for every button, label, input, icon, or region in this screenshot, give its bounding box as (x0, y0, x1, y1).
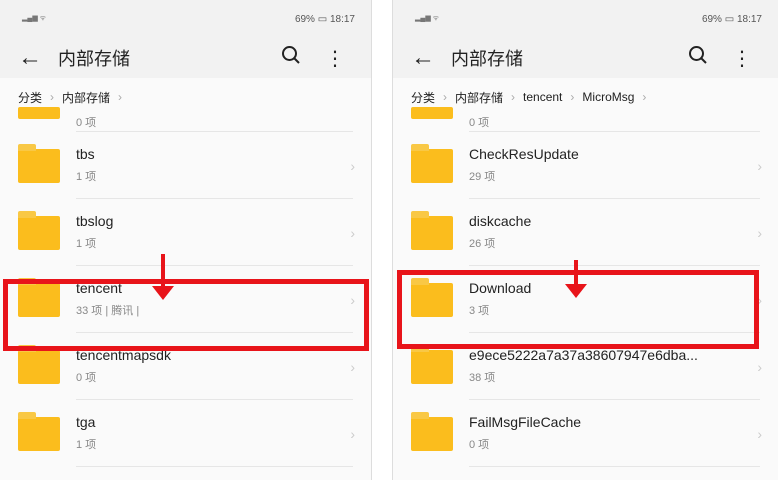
right-phone-screen: ▂▄▆ ᯤ 69% ▭ 18:17 ← 内部存储 ⋮ 分类 › 内部存储 › tencent ›… (392, 0, 778, 480)
folder-row[interactable]: FailMsgFileCache 0 项 › (393, 400, 778, 467)
search-icon[interactable] (676, 45, 720, 71)
folder-name: tbslog (76, 213, 114, 229)
folder-item-count: 1 项 (76, 238, 97, 250)
battery-level: 69% (294, 13, 315, 25)
app-bar: ← 内部存储 ⋮ (0, 38, 371, 78)
chevron-right-icon: › (443, 90, 448, 104)
chevron-right-icon: › (350, 359, 355, 375)
app-bar: ← 内部存储 ⋮ (393, 38, 778, 78)
highlight-box-download (397, 270, 759, 349)
page-title: 内部存储 (451, 49, 523, 69)
status-bar: ▂▄▆ ᯤ 69% ▭ 18:17 (393, 0, 778, 38)
signal-icon: ▂▄▆ ᯤ (22, 15, 47, 22)
folder-item-count: 1 项 (76, 439, 97, 451)
folder-name: diskcache (469, 213, 532, 229)
signal-icon: ▂▄▆ ᯤ (415, 15, 440, 22)
chevron-right-icon: › (757, 359, 762, 375)
folder-row[interactable]: 0 项 (393, 106, 778, 132)
back-arrow-icon[interactable]: ← (18, 44, 58, 72)
folder-icon (18, 344, 60, 384)
chevron-right-icon: › (642, 90, 647, 104)
folder-row[interactable]: CheckResUpdate 29 项 › (393, 132, 778, 199)
breadcrumb-item[interactable]: 内部存储 (455, 89, 503, 106)
breadcrumb-item[interactable]: MicroMsg (582, 90, 634, 104)
chevron-right-icon: › (118, 90, 123, 104)
folder-item-count: 0 项 (469, 116, 490, 129)
clock: 18:17 (736, 13, 762, 25)
left-phone-screen: ▂▄▆ ᯤ 69% ▭ 18:17 ← 内部存储 ⋮ 分类 › 内部存储 › 0 项 tbs… (0, 0, 372, 480)
folder-icon (18, 143, 60, 183)
breadcrumb-item[interactable]: 内部存储 (62, 89, 110, 106)
folder-row[interactable]: 0 项 (0, 106, 371, 132)
more-options-icon[interactable]: ⋮ (313, 46, 357, 71)
folder-item-count: 38 项 (469, 372, 496, 384)
folder-item-count: 0 项 (76, 372, 97, 384)
folder-name: CheckResUpdate (469, 146, 579, 162)
folder-item-count: 26 项 (469, 238, 496, 250)
breadcrumb-item[interactable]: 分类 (411, 89, 435, 106)
folder-icon (411, 210, 453, 250)
clock: 18:17 (329, 13, 355, 25)
page-title: 内部存储 (58, 49, 130, 69)
chevron-right-icon: › (757, 158, 762, 174)
folder-icon (411, 143, 453, 183)
status-bar: ▂▄▆ ᯤ 69% ▭ 18:17 (0, 0, 371, 38)
chevron-right-icon: › (350, 426, 355, 442)
arrow-tencent (152, 254, 174, 300)
arrow-download (565, 260, 587, 298)
folder-row[interactable]: diskcache 26 项 › (393, 199, 778, 266)
folder-item-count: 1 项 (76, 171, 97, 183)
chevron-right-icon: › (570, 90, 575, 104)
folder-name: tga (76, 414, 96, 430)
folder-item-count: 29 项 (469, 171, 496, 183)
chevron-right-icon: › (511, 90, 516, 104)
folder-item-count: 0 项 (76, 116, 97, 129)
chevron-right-icon: › (757, 225, 762, 241)
chevron-right-icon: › (757, 426, 762, 442)
folder-name: FailMsgFileCache (469, 414, 582, 430)
folder-item-count: 0 项 (469, 439, 490, 451)
folder-icon (411, 344, 453, 384)
folder-row[interactable]: tbs 1 项 › (0, 132, 371, 199)
folder-icon (411, 107, 453, 119)
folder-icon (18, 107, 60, 119)
chevron-right-icon: › (350, 158, 355, 174)
chevron-right-icon: › (350, 225, 355, 241)
folder-row[interactable]: tbslog 1 项 › (0, 199, 371, 266)
chevron-right-icon: › (50, 90, 55, 104)
breadcrumb-item[interactable]: 分类 (18, 89, 42, 106)
search-icon[interactable] (269, 45, 313, 71)
breadcrumb-item[interactable]: tencent (523, 90, 562, 104)
more-options-icon[interactable]: ⋮ (720, 46, 764, 71)
back-arrow-icon[interactable]: ← (411, 44, 451, 72)
folder-name: tbs (76, 146, 95, 162)
folder-row[interactable]: tga 1 项 › (0, 400, 371, 467)
battery-level: 69% (701, 13, 722, 25)
folder-name: e9ece5222a7a37a38607947e6dba... (469, 347, 698, 363)
folder-icon (18, 411, 60, 451)
folder-icon (411, 411, 453, 451)
folder-icon (18, 210, 60, 250)
highlight-box-tencent (3, 279, 369, 351)
